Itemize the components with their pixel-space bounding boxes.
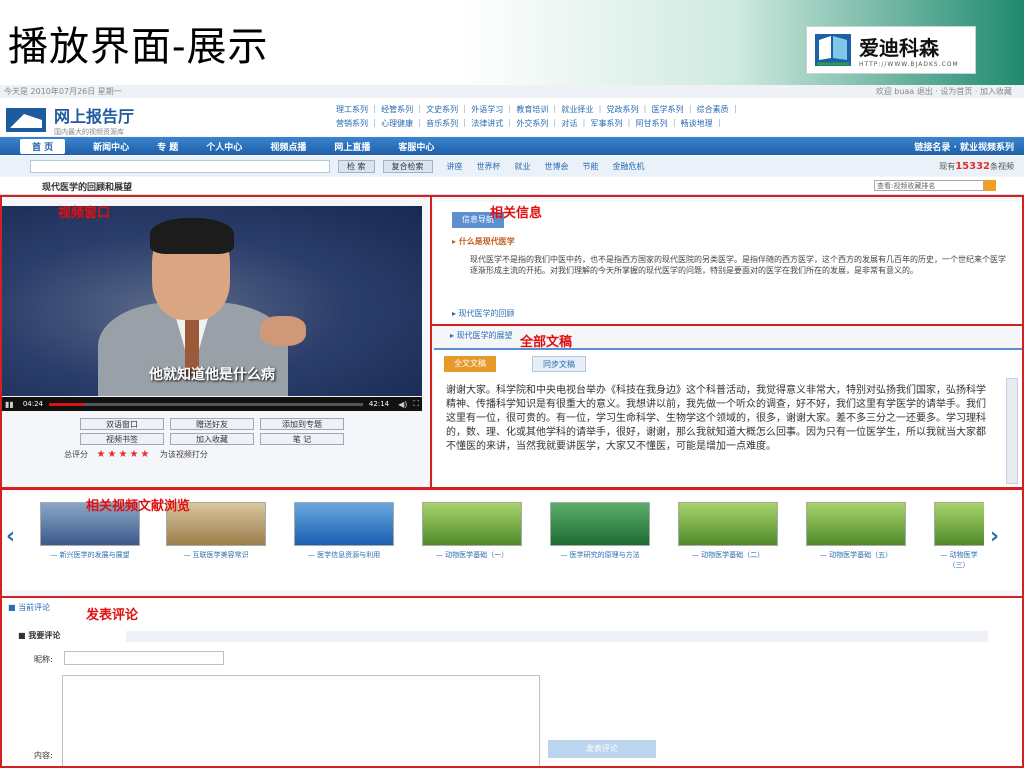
site-header: 网上报告厅 国内最大的视频资源库 理工系列 ｜ 经管系列 ｜ 文史系列 ｜ 外语… [0,98,1024,136]
category-links[interactable]: 理工系列 ｜ 经管系列 ｜ 文史系列 ｜ 外语学习 ｜ 教育培训 ｜ 就业择业 … [336,103,1022,131]
nav-news[interactable]: 新闻中心 [93,140,129,153]
category-row-2[interactable]: 营销系列 ｜ 心理健康 ｜ 音乐系列 ｜ 法律讲式 ｜ 外交系列 ｜ 对话 ｜ … [336,117,1022,131]
title-bar: 现代医学的回顾和展望 查看:视频收藏排名 [0,177,1024,195]
logo-url: HTTP://WWW.BJADKS.COM [859,61,959,68]
nav-personal[interactable]: 个人中心 [206,140,242,153]
search-bar: 检 索 复合检索 讲座 世界杯 就业 世博会 节能 金融危机 现有15332条视… [0,156,1024,176]
site-logo-icon [6,108,46,132]
company-logo: 爱迪科森 HTTP://WWW.BJADKS.COM [806,26,976,74]
nav-topics[interactable]: 专 题 [157,140,178,153]
annotation-label-transcript: 全部文稿 [520,335,573,350]
annotation-label-video: 视频窗口 [58,206,111,221]
hot-word[interactable]: 金融危机 [613,161,645,172]
annotation-label-comment: 发表评论 [86,608,139,623]
hot-word[interactable]: 讲座 [447,161,463,172]
advanced-search-button[interactable]: 复合检索 [382,159,433,173]
nav-service[interactable]: 客服中心 [398,140,434,153]
video-title: 现代医学的回顾和展望 [42,183,133,193]
site-date: 今天是 2010年07月26日 星期一 [4,87,122,96]
hot-word[interactable]: 节能 [583,161,599,172]
logo-book-icon [815,34,851,66]
nav-vod[interactable]: 视频点播 [270,140,306,153]
logo-name: 爱迪科森 [859,36,939,60]
annotation-box-video [0,195,432,489]
hot-word[interactable]: 就业 [515,161,531,172]
annotation-label-related: 相关视频文献浏览 [86,499,191,514]
search-button[interactable]: 检 索 [338,159,375,173]
hot-word[interactable]: 世博会 [545,161,569,172]
annotation-box-comment [0,596,1024,768]
category-row-1[interactable]: 理工系列 ｜ 经管系列 ｜ 文史系列 ｜ 外语学习 ｜ 教育培训 ｜ 就业择业 … [336,103,1022,117]
view-select-button[interactable] [984,180,996,191]
slide-title: 播放界面-展示 [8,24,269,70]
site-top-links[interactable]: 欢迎 buaa 退出 · 设为首页 · 加入收藏 [876,86,1012,97]
site-name: 网上报告厅 [54,107,135,126]
site-top-bar: 今天是 2010年07月26日 星期一 欢迎 buaa 退出 · 设为首页 · … [0,85,1024,97]
view-select[interactable]: 查看:视频收藏排名 [874,180,984,191]
nav-home[interactable]: 首 页 [20,138,66,154]
site-subtitle: 国内最大的视频资源库 [54,128,124,136]
nav-live[interactable]: 网上直播 [334,140,370,153]
search-input[interactable] [30,159,330,173]
site-logo[interactable]: 网上报告厅 国内最大的视频资源库 [4,103,134,137]
video-count: 现有15332条视频 [939,161,1014,172]
slide: 播放界面-展示 爱迪科森 HTTP://WWW.BJADKS.COM 今天是 2… [0,0,1024,768]
annotation-label-info: 相关信息 [490,206,543,221]
main-nav: 首 页 新闻中心 专 题 个人中心 视频点播 网上直播 客服中心 链接名录 · … [0,137,1024,155]
hot-word[interactable]: 世界杯 [477,161,501,172]
nav-right-links[interactable]: 链接名录 · 就业视频系列 [914,140,1014,153]
